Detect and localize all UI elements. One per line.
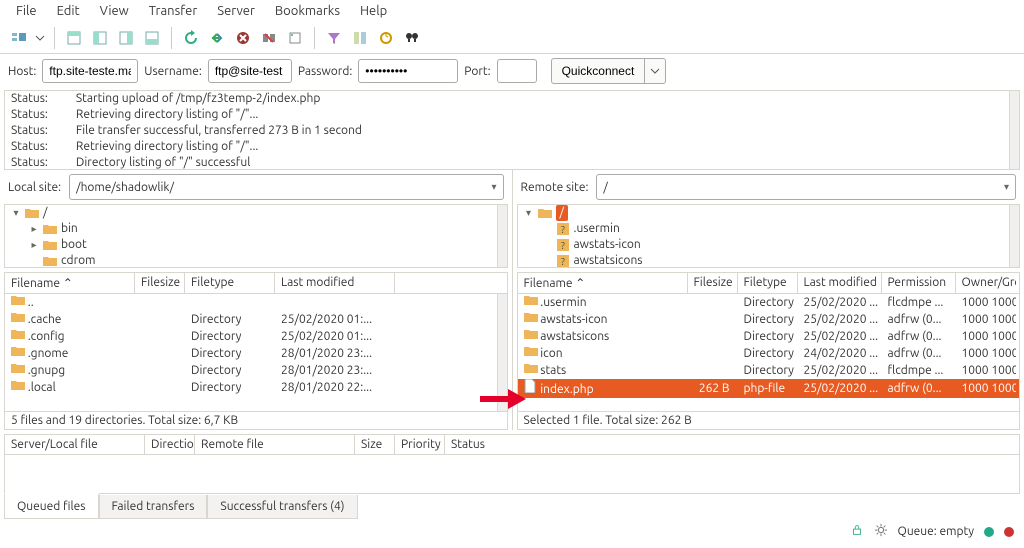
tree-node[interactable]: ?.usermin bbox=[518, 221, 1020, 237]
tree-node[interactable]: ▸boot bbox=[5, 237, 507, 253]
host-label: Host: bbox=[8, 65, 36, 78]
toolbar bbox=[0, 22, 1024, 54]
tab-successful[interactable]: Successful transfers (4) bbox=[207, 495, 357, 519]
log-line: Status:Directory listing of "/" successf… bbox=[11, 155, 1013, 170]
file-row[interactable]: .cacheDirectory25/02/2020 01:... bbox=[5, 311, 507, 328]
remote-status: Selected 1 file. Total size: 262 B bbox=[517, 412, 1021, 430]
menu-bookmarks[interactable]: Bookmarks bbox=[265, 2, 350, 20]
password-input[interactable] bbox=[358, 59, 458, 83]
log-line: Status:File transfer successful, transfe… bbox=[11, 123, 1013, 139]
tree-node[interactable]: ▸bin bbox=[5, 221, 507, 237]
search-icon[interactable] bbox=[401, 27, 423, 49]
log-line: Status:Retrieving directory listing of "… bbox=[11, 139, 1013, 155]
password-label: Password: bbox=[298, 65, 352, 78]
toggle-remotetree-icon[interactable] bbox=[115, 27, 137, 49]
tree-node[interactable]: ?awstatsicons bbox=[518, 253, 1020, 268]
statusbar: Queue: empty bbox=[0, 519, 1024, 544]
sitemanager-icon[interactable] bbox=[8, 27, 30, 49]
menu-server[interactable]: Server bbox=[207, 2, 265, 20]
disconnect-icon[interactable] bbox=[258, 27, 280, 49]
local-site-label: Local site: bbox=[8, 181, 61, 194]
file-row[interactable]: .gnomeDirectory28/01/2020 23:... bbox=[5, 345, 507, 362]
scrollbar[interactable] bbox=[497, 205, 507, 267]
remote-pane: Remote site: /▾ ▾/?.usermin?awstats-icon… bbox=[513, 170, 1024, 430]
process-queue-icon[interactable] bbox=[206, 27, 228, 49]
remote-path-combo[interactable]: /▾ bbox=[596, 174, 1016, 200]
status-dot-1 bbox=[984, 527, 994, 537]
scrollbar[interactable] bbox=[1009, 91, 1019, 169]
toggle-log-icon[interactable] bbox=[63, 27, 85, 49]
scrollbar[interactable] bbox=[497, 294, 507, 411]
chevron-down-icon[interactable]: ▾ bbox=[1004, 181, 1009, 193]
sync-browse-icon[interactable] bbox=[375, 27, 397, 49]
menu-file[interactable]: File bbox=[6, 2, 47, 20]
menubar: File Edit View Transfer Server Bookmarks… bbox=[0, 0, 1024, 22]
cancel-icon[interactable] bbox=[232, 27, 254, 49]
transfer-queue[interactable]: Server/Local file Directio Remote file S… bbox=[4, 434, 1020, 494]
gear-icon[interactable] bbox=[874, 523, 888, 540]
svg-text:?: ? bbox=[561, 240, 565, 251]
file-row[interactable]: awstatsiconsDirectory25/02/2020 ...adfrw… bbox=[518, 328, 1020, 345]
menu-edit[interactable]: Edit bbox=[47, 2, 90, 20]
remote-tree[interactable]: ▾/?.usermin?awstats-icon?awstatsicons bbox=[517, 204, 1021, 268]
local-path-combo[interactable]: /home/shadowlik/▾ bbox=[69, 174, 503, 200]
local-pane: Local site: /home/shadowlik/▾ ▾/▸bin▸boo… bbox=[0, 170, 513, 430]
file-row[interactable]: index.php262 Bphp-file25/02/2020 ...adfr… bbox=[518, 379, 1020, 398]
refresh-icon[interactable] bbox=[180, 27, 202, 49]
quickconnect-button[interactable]: Quickconnect bbox=[551, 58, 645, 84]
username-input[interactable] bbox=[208, 59, 292, 83]
remote-header[interactable]: Filename ⌃ Filesize Filetype Last modifi… bbox=[518, 273, 1020, 294]
sitemanager-dd-icon[interactable] bbox=[34, 27, 46, 49]
status-dot-2 bbox=[1004, 527, 1014, 537]
log-line: Status:Starting upload of /tmp/fz3temp-2… bbox=[11, 91, 1013, 107]
queue-tabs: Queued files Failed transfers Successful… bbox=[4, 494, 1020, 519]
remote-filelist[interactable]: Filename ⌃ Filesize Filetype Last modifi… bbox=[517, 272, 1021, 412]
log-line: Status:Retrieving directory listing of "… bbox=[11, 107, 1013, 123]
tree-node[interactable]: ▾/ bbox=[518, 205, 1020, 221]
file-row[interactable]: .localDirectory28/01/2020 22:... bbox=[5, 379, 507, 396]
queue-status: Queue: empty bbox=[898, 525, 974, 538]
port-label: Port: bbox=[464, 65, 490, 78]
host-input[interactable] bbox=[42, 59, 138, 83]
filter-icon[interactable] bbox=[323, 27, 345, 49]
reconnect-icon[interactable] bbox=[284, 27, 306, 49]
toggle-localtree-icon[interactable] bbox=[89, 27, 111, 49]
local-tree[interactable]: ▾/▸bin▸bootcdrom bbox=[4, 204, 508, 268]
file-row[interactable]: .. bbox=[5, 294, 507, 311]
local-filelist[interactable]: Filename ⌃ Filesize Filetype Last modifi… bbox=[4, 272, 508, 412]
svg-text:?: ? bbox=[561, 224, 565, 235]
file-row[interactable]: .configDirectory25/02/2020 01:... bbox=[5, 328, 507, 345]
scrollbar[interactable] bbox=[1009, 205, 1019, 267]
file-row[interactable]: .gnupgDirectory28/01/2020 23:... bbox=[5, 362, 507, 379]
port-input[interactable] bbox=[497, 59, 537, 83]
menu-transfer[interactable]: Transfer bbox=[139, 2, 208, 20]
toggle-queue-icon[interactable] bbox=[141, 27, 163, 49]
remote-site-label: Remote site: bbox=[521, 181, 589, 194]
local-header[interactable]: Filename ⌃ Filesize Filetype Last modifi… bbox=[5, 273, 507, 294]
tab-queued[interactable]: Queued files bbox=[4, 493, 99, 519]
compare-icon[interactable] bbox=[349, 27, 371, 49]
queue-header[interactable]: Server/Local file Directio Remote file S… bbox=[5, 435, 1019, 455]
tree-node[interactable]: ▾/ bbox=[5, 205, 507, 221]
svg-text:?: ? bbox=[561, 256, 565, 267]
tab-failed[interactable]: Failed transfers bbox=[99, 495, 208, 519]
lock-icon bbox=[850, 523, 864, 540]
file-row[interactable]: awstats-iconDirectory25/02/2020 ...adfrw… bbox=[518, 311, 1020, 328]
quickconnect-bar: Host: Username: Password: Port: Quickcon… bbox=[0, 54, 1024, 90]
message-log[interactable]: Status:Starting upload of /tmp/fz3temp-2… bbox=[4, 90, 1020, 170]
local-status: 5 files and 19 directories. Total size: … bbox=[4, 412, 508, 430]
menu-view[interactable]: View bbox=[90, 2, 139, 20]
chevron-down-icon[interactable]: ▾ bbox=[491, 181, 496, 193]
tree-node[interactable]: cdrom bbox=[5, 253, 507, 268]
tree-node[interactable]: ?awstats-icon bbox=[518, 237, 1020, 253]
menu-help[interactable]: Help bbox=[350, 2, 397, 20]
quickconnect-dropdown[interactable] bbox=[644, 58, 666, 84]
username-label: Username: bbox=[144, 65, 202, 78]
file-row[interactable]: .userminDirectory25/02/2020 ...flcdmpe .… bbox=[518, 294, 1020, 311]
file-row[interactable]: iconDirectory24/02/2020 ...adfrw (0...10… bbox=[518, 345, 1020, 362]
file-row[interactable]: statsDirectory25/02/2020 ...flcdmpe ...1… bbox=[518, 362, 1020, 379]
